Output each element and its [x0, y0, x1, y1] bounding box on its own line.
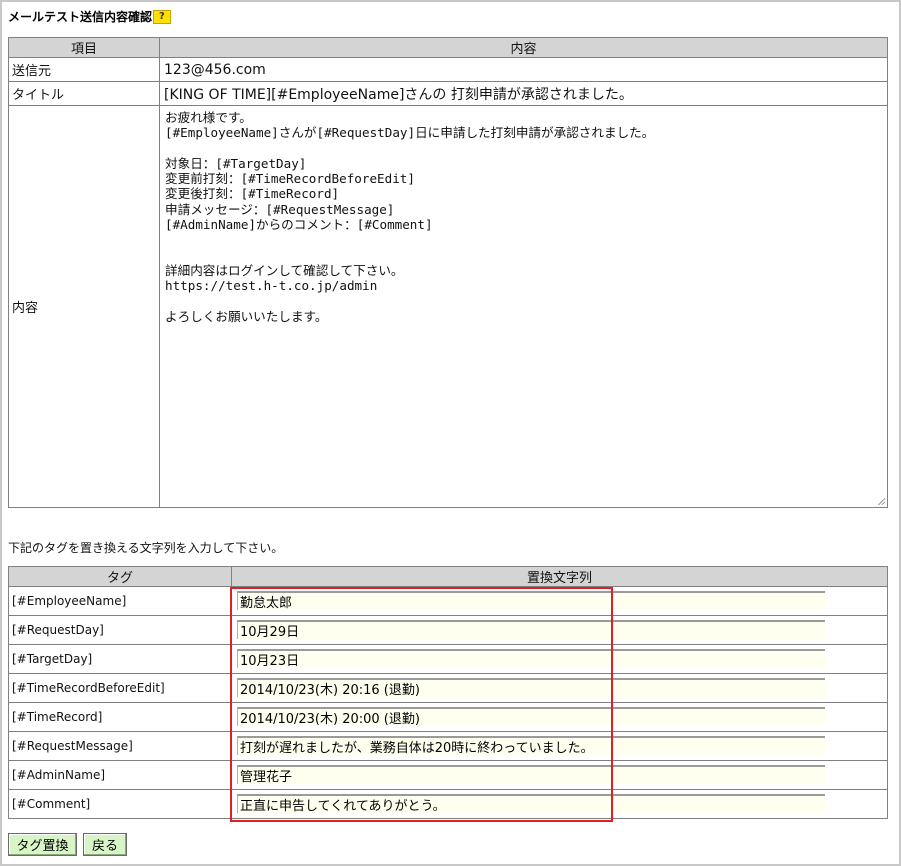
- admin-name-input[interactable]: [237, 765, 825, 784]
- sender-row: 送信元 123@456.com: [8, 57, 888, 82]
- table-row: [#RequestMessage]: [8, 731, 888, 761]
- sender-value: 123@456.com: [159, 57, 888, 82]
- body-row: 内容 お疲れ様です。 [#EmployeeName]さんが[#RequestDa…: [8, 105, 888, 508]
- body-text: お疲れ様です。 [#EmployeeName]さんが[#RequestDay]日…: [165, 110, 655, 324]
- subject-value: [KING OF TIME][#EmployeeName]さんの 打刻申請が承認…: [159, 81, 888, 106]
- request-message-input[interactable]: [237, 736, 825, 755]
- tag-name: [#AdminName]: [8, 760, 232, 790]
- table-row: [#TargetDay]: [8, 644, 888, 674]
- replace-tags-button[interactable]: タグ置換: [8, 833, 77, 856]
- table-row: [#TimeRecordBeforeEdit]: [8, 673, 888, 703]
- tag-name: [#EmployeeName]: [8, 586, 232, 616]
- tag-name: [#TargetDay]: [8, 644, 232, 674]
- column-header-item: 項目: [8, 37, 160, 58]
- body-label: 内容: [8, 105, 160, 508]
- instruction-text: 下記のタグを置き換える文字列を入力して下さい。: [8, 541, 284, 555]
- request-day-input[interactable]: [237, 620, 825, 639]
- page-title: メールテスト送信内容確認 ?: [8, 8, 171, 25]
- column-header-replacement: 置換文字列: [231, 566, 888, 587]
- table-row: [#EmployeeName]: [8, 586, 888, 616]
- tag-name: [#RequestDay]: [8, 615, 232, 645]
- table-row: [#AdminName]: [8, 760, 888, 790]
- table-row: [#RequestDay]: [8, 615, 888, 645]
- target-day-input[interactable]: [237, 649, 825, 668]
- page-title-text: メールテスト送信内容確認: [8, 10, 153, 24]
- comment-input[interactable]: [237, 794, 825, 813]
- mail-preview-table: 項目 内容 送信元 123@456.com タイトル [KING OF TIME…: [8, 37, 888, 508]
- back-button[interactable]: 戻る: [83, 833, 127, 856]
- help-icon[interactable]: ?: [153, 9, 171, 24]
- table-row: [#TimeRecord]: [8, 702, 888, 732]
- tag-name: [#TimeRecord]: [8, 702, 232, 732]
- resize-grip-icon[interactable]: [877, 497, 885, 505]
- tag-replacement-table: タグ 置換文字列 [#EmployeeName] [#RequestDay] […: [8, 566, 888, 819]
- subject-label: タイトル: [8, 81, 160, 106]
- time-record-input[interactable]: [237, 707, 825, 726]
- tag-name: [#Comment]: [8, 789, 232, 819]
- sender-label: 送信元: [8, 57, 160, 82]
- tag-name: [#RequestMessage]: [8, 731, 232, 761]
- subject-row: タイトル [KING OF TIME][#EmployeeName]さんの 打刻…: [8, 81, 888, 106]
- time-record-before-edit-input[interactable]: [237, 678, 825, 697]
- tag-name: [#TimeRecordBeforeEdit]: [8, 673, 232, 703]
- column-header-tag: タグ: [8, 566, 232, 587]
- table-row: [#Comment]: [8, 789, 888, 819]
- column-header-content: 内容: [159, 37, 888, 58]
- body-textarea[interactable]: お疲れ様です。 [#EmployeeName]さんが[#RequestDay]日…: [159, 105, 888, 508]
- employee-name-input[interactable]: [237, 591, 825, 610]
